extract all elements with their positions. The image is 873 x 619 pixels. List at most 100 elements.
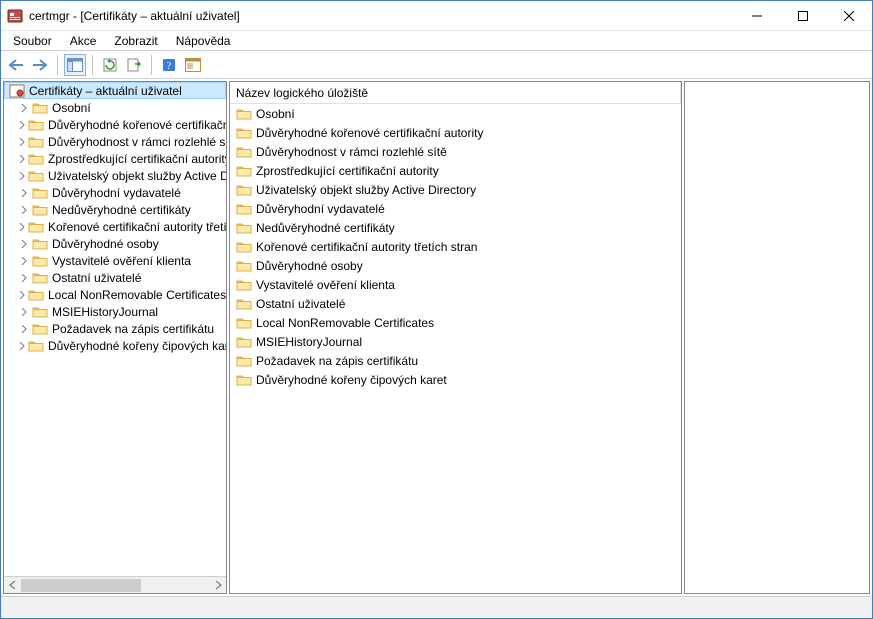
list-item[interactable]: Kořenové certifikační autority třetích s… bbox=[230, 237, 681, 256]
menu-action[interactable]: Akce bbox=[62, 32, 105, 50]
list-item[interactable]: Důvěryhodné kořeny čipových karet bbox=[230, 370, 681, 389]
expand-icon[interactable] bbox=[18, 257, 30, 265]
maximize-button[interactable] bbox=[780, 1, 826, 30]
list-item[interactable]: Osobní bbox=[230, 104, 681, 123]
folder-icon bbox=[236, 164, 252, 178]
tree-horizontal-scrollbar[interactable] bbox=[4, 576, 226, 593]
list-item-label: Důvěryhodné kořenové certifikační autori… bbox=[256, 126, 483, 140]
tree-item[interactable]: Osobní bbox=[4, 99, 226, 116]
list-item-label: Požadavek na zápis certifikátu bbox=[256, 354, 418, 368]
folder-icon bbox=[236, 202, 252, 216]
list-item-label: Local NonRemovable Certificates bbox=[256, 316, 434, 330]
expand-icon[interactable] bbox=[18, 172, 26, 180]
tree-item[interactable]: Důvěryhodné kořenové certifikační autori… bbox=[4, 116, 226, 133]
list-item[interactable]: Zprostředkující certifikační autority bbox=[230, 161, 681, 180]
list-item-label: Důvěryhodné kořeny čipových karet bbox=[256, 373, 447, 387]
folder-icon bbox=[32, 322, 48, 336]
tree-item-label: Důvěryhodné kořenové certifikační autori… bbox=[48, 118, 226, 132]
expand-icon[interactable] bbox=[18, 274, 30, 282]
list-item[interactable]: Local NonRemovable Certificates bbox=[230, 313, 681, 332]
properties-button[interactable] bbox=[182, 54, 204, 76]
tree-item-label: Důvěryhodné kořeny čipových karet bbox=[48, 339, 226, 353]
list-item[interactable]: Uživatelský objekt služby Active Directo… bbox=[230, 180, 681, 199]
list-item[interactable]: Požadavek na zápis certifikátu bbox=[230, 351, 681, 370]
folder-icon bbox=[236, 316, 252, 330]
show-tree-button[interactable] bbox=[64, 54, 86, 76]
menu-file[interactable]: Soubor bbox=[5, 32, 60, 50]
list-item-label: Osobní bbox=[256, 107, 295, 121]
tree-item[interactable]: Ostatní uživatelé bbox=[4, 269, 226, 286]
list-item[interactable]: Důvěryhodné kořenové certifikační autori… bbox=[230, 123, 681, 142]
expand-icon[interactable] bbox=[18, 325, 30, 333]
nav-forward-button[interactable] bbox=[29, 54, 51, 76]
tree-view[interactable]: Certifikáty – aktuální uživatel Osobní Dů… bbox=[4, 82, 226, 576]
nav-back-button[interactable] bbox=[5, 54, 27, 76]
list-view[interactable]: Osobní Důvěryhodné kořenové certifikační … bbox=[230, 104, 681, 593]
title-bar: certmgr - [Certifikáty – aktuální uživat… bbox=[1, 1, 872, 31]
expand-icon[interactable] bbox=[18, 121, 26, 129]
toolbar-separator bbox=[151, 55, 152, 75]
folder-icon bbox=[236, 259, 252, 273]
folder-icon bbox=[236, 354, 252, 368]
menu-help[interactable]: Nápověda bbox=[168, 32, 239, 50]
folder-icon bbox=[28, 288, 44, 302]
folder-icon bbox=[32, 254, 48, 268]
scroll-left-icon[interactable] bbox=[4, 577, 21, 594]
expand-icon[interactable] bbox=[18, 240, 30, 248]
tree-item[interactable]: Důvěryhodné kořeny čipových karet bbox=[4, 337, 226, 354]
folder-icon bbox=[28, 135, 44, 149]
tree-item[interactable]: MSIEHistoryJournal bbox=[4, 303, 226, 320]
expand-icon[interactable] bbox=[18, 342, 26, 350]
list-item[interactable]: Důvěryhodnost v rámci rozlehlé sítě bbox=[230, 142, 681, 161]
tree-item[interactable]: Důvěryhodné osoby bbox=[4, 235, 226, 252]
tree-item-label: Důvěryhodné osoby bbox=[52, 237, 159, 251]
list-item[interactable]: MSIEHistoryJournal bbox=[230, 332, 681, 351]
scroll-thumb[interactable] bbox=[21, 579, 141, 592]
list-item[interactable]: Ostatní uživatelé bbox=[230, 294, 681, 313]
tree-item[interactable]: Zprostředkující certifikační autority bbox=[4, 150, 226, 167]
tree-item[interactable]: Kořenové certifikační autority třetích s… bbox=[4, 218, 226, 235]
tree-root-label: Certifikáty – aktuální uživatel bbox=[29, 84, 182, 98]
expand-icon[interactable] bbox=[18, 223, 26, 231]
scroll-right-icon[interactable] bbox=[209, 577, 226, 594]
list-item-label: Kořenové certifikační autority třetích s… bbox=[256, 240, 477, 254]
tree-item[interactable]: Důvěryhodní vydavatelé bbox=[4, 184, 226, 201]
tree-item[interactable]: Local NonRemovable Certificates bbox=[4, 286, 226, 303]
tree-item-label: Zprostředkující certifikační autority bbox=[48, 152, 226, 166]
list-item-label: Vystavitelé ověření klienta bbox=[256, 278, 395, 292]
tree-item-label: Osobní bbox=[52, 101, 91, 115]
export-button[interactable] bbox=[123, 54, 145, 76]
expand-icon[interactable] bbox=[18, 138, 26, 146]
expand-icon[interactable] bbox=[18, 155, 26, 163]
list-item-label: Důvěryhodné osoby bbox=[256, 259, 363, 273]
scroll-track[interactable] bbox=[21, 577, 209, 594]
minimize-button[interactable] bbox=[734, 1, 780, 30]
list-item[interactable]: Nedůvěryhodné certifikáty bbox=[230, 218, 681, 237]
expand-icon[interactable] bbox=[18, 104, 30, 112]
list-column-header[interactable]: Název logického úložiště bbox=[230, 82, 681, 104]
main-splitter: Certifikáty – aktuální uživatel Osobní Dů… bbox=[1, 79, 872, 596]
expand-icon[interactable] bbox=[18, 308, 30, 316]
help-button[interactable]: ? bbox=[158, 54, 180, 76]
menu-view[interactable]: Zobrazit bbox=[106, 32, 165, 50]
tree-item-label: Důvěryhodnost v rámci rozlehlé sítě bbox=[48, 135, 226, 149]
toolbar-separator bbox=[92, 55, 93, 75]
expand-icon[interactable] bbox=[18, 291, 26, 299]
expand-icon[interactable] bbox=[18, 206, 30, 214]
tree-item[interactable]: Uživatelský objekt služby Active Directo… bbox=[4, 167, 226, 184]
tree-root[interactable]: Certifikáty – aktuální uživatel bbox=[4, 82, 226, 99]
folder-icon bbox=[236, 183, 252, 197]
close-button[interactable] bbox=[826, 1, 872, 30]
refresh-button[interactable] bbox=[99, 54, 121, 76]
tree-item[interactable]: Důvěryhodnost v rámci rozlehlé sítě bbox=[4, 133, 226, 150]
list-item[interactable]: Důvěryhodní vydavatelé bbox=[230, 199, 681, 218]
list-item[interactable]: Důvěryhodné osoby bbox=[230, 256, 681, 275]
expand-icon[interactable] bbox=[18, 189, 30, 197]
list-item[interactable]: Vystavitelé ověření klienta bbox=[230, 275, 681, 294]
tree-item[interactable]: Vystavitelé ověření klienta bbox=[4, 252, 226, 269]
tree-item[interactable]: Nedůvěryhodné certifikáty bbox=[4, 201, 226, 218]
folder-icon bbox=[28, 152, 44, 166]
folder-icon bbox=[28, 339, 44, 353]
list-item-label: Důvěryhodní vydavatelé bbox=[256, 202, 385, 216]
tree-item[interactable]: Požadavek na zápis certifikátu bbox=[4, 320, 226, 337]
